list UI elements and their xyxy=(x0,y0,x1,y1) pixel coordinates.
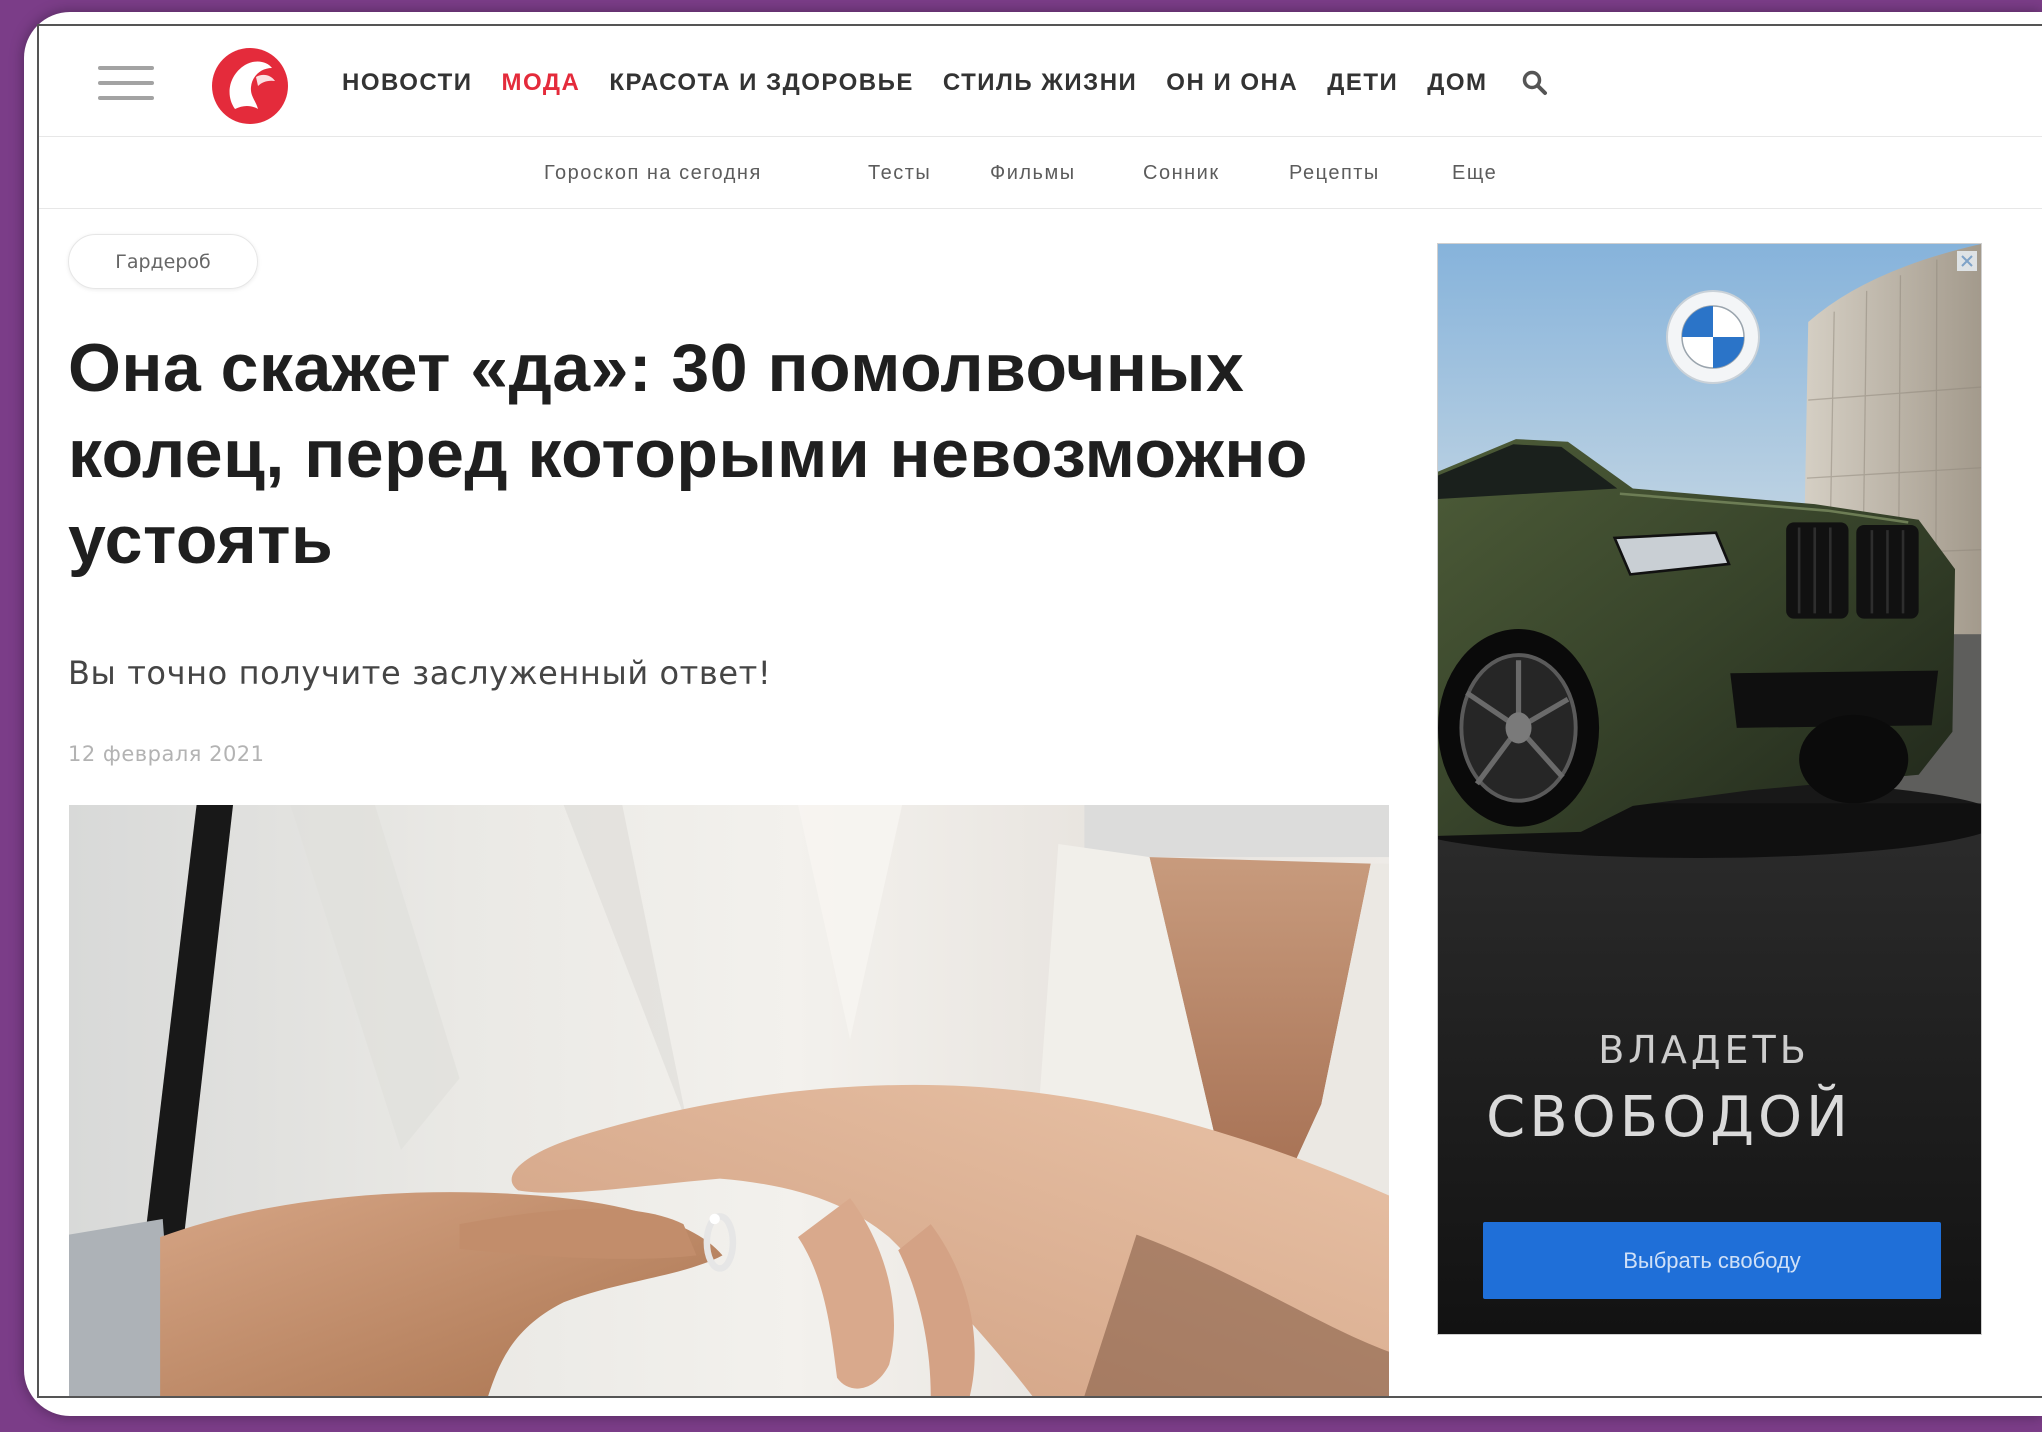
subnav-item-tests[interactable]: Тесты xyxy=(868,160,931,186)
article-date: 12 февраля 2021 xyxy=(68,742,265,766)
article-lead: Вы точно получите заслуженный ответ! xyxy=(68,654,772,692)
menu-line xyxy=(98,81,154,85)
nav-item-news[interactable]: НОВОСТИ xyxy=(342,68,473,98)
subnav-item-recipes[interactable]: Рецепты xyxy=(1289,160,1380,186)
hero-photo xyxy=(69,805,1389,1396)
site-logo[interactable] xyxy=(211,47,289,125)
bmw-logo xyxy=(1666,290,1760,384)
nav-item-kids[interactable]: ДЕТИ xyxy=(1327,68,1398,98)
subnav-item-horoscope[interactable]: Гороскоп на сегодня xyxy=(544,160,762,186)
header-divider xyxy=(39,136,2042,137)
menu-line xyxy=(98,66,154,70)
subnav-item-movies[interactable]: Фильмы xyxy=(990,160,1076,186)
ad-cta-button[interactable]: Выбрать свободу xyxy=(1483,1222,1941,1299)
search-icon[interactable] xyxy=(1521,69,1549,97)
nav-item-fashion[interactable]: МОДА xyxy=(502,68,581,98)
close-icon[interactable] xyxy=(1957,251,1977,271)
browser-screenshot: НОВОСТИ МОДА КРАСОТА И ЗДОРОВЬЕ СТИЛЬ ЖИ… xyxy=(37,24,2042,1398)
nav-item-he-and-she[interactable]: ОН И ОНА xyxy=(1166,68,1298,98)
main-nav: НОВОСТИ МОДА КРАСОТА И ЗДОРОВЬЕ СТИЛЬ ЖИ… xyxy=(342,68,1549,98)
nav-item-lifestyle[interactable]: СТИЛЬ ЖИЗНИ xyxy=(943,68,1137,98)
ad-car-image xyxy=(1438,244,1981,1334)
menu-line xyxy=(98,96,154,100)
category-tag[interactable]: Гардероб xyxy=(68,234,258,289)
nav-item-beauty-health[interactable]: КРАСОТА И ЗДОРОВЬЕ xyxy=(609,68,914,98)
ad-headline-top: ВЛАДЕТЬ xyxy=(1598,1028,1810,1072)
ad-headline-main: СВОБОДОЙ xyxy=(1486,1085,1852,1150)
subnav-divider xyxy=(39,208,2042,209)
nav-item-home[interactable]: ДОМ xyxy=(1427,68,1487,98)
article-hero-image xyxy=(69,805,1389,1396)
subnav-item-more[interactable]: Еще xyxy=(1452,160,1497,186)
article-title: Она скажет «да»: 30 помолвочных колец, п… xyxy=(68,330,1308,578)
ad-banner[interactable]: ВЛАДЕТЬ СВОБОДОЙ Выбрать свободу xyxy=(1437,243,1982,1335)
subnav-item-dream-book[interactable]: Сонник xyxy=(1143,160,1220,186)
hamburger-icon[interactable] xyxy=(98,62,154,104)
